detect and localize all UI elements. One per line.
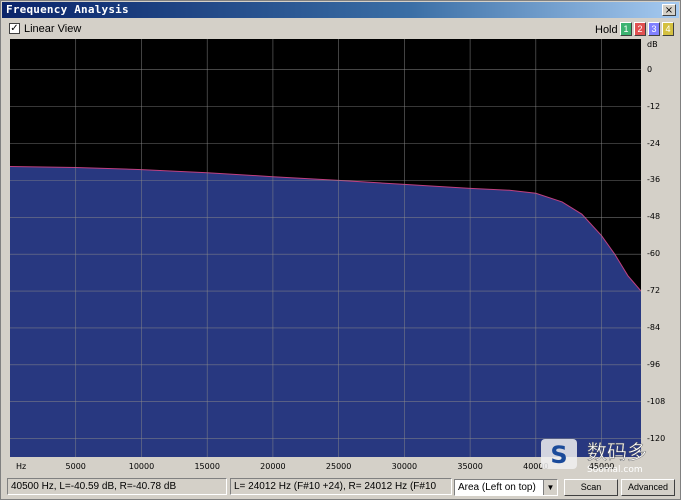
watermark-text: 数码多 [587,440,647,464]
y-tick-label: 0 [647,64,653,74]
y-tick-label: -12 [647,101,661,111]
title-bar[interactable]: Frequency Analysis × [2,2,679,18]
y-tick-label: -60 [647,249,661,259]
spectrum-plot[interactable] [10,39,641,457]
close-button[interactable]: × [662,4,676,16]
frequency-analysis-window: Frequency Analysis × ✓ Linear View Hold … [0,0,681,500]
advanced-button[interactable]: Advanced [621,479,675,496]
x-tick-label: 15000 [194,462,220,471]
hold-button-4[interactable]: 4 [662,22,674,36]
hold-label: Hold [595,24,618,36]
spectrum-area [10,166,641,457]
view-mode-select[interactable]: Area (Left on top) ▼ [454,479,558,496]
x-tick-label: 25000 [325,462,352,471]
hold-button-1[interactable]: 1 [620,22,632,36]
linear-view-label[interactable]: Linear View [24,23,81,35]
x-tick-label: 10000 [128,462,155,471]
linear-view-checkbox[interactable]: ✓ [9,23,20,34]
y-tick-label: -72 [647,286,661,296]
x-tick-label: 30000 [391,462,418,471]
y-tick-label: -24 [647,138,661,148]
watermark-logo: S 数码多 Soomal.com [541,439,647,475]
hold-button-3[interactable]: 3 [648,22,660,36]
y-tick-label: -36 [647,175,661,185]
window-title: Frequency Analysis [6,3,129,16]
x-tick-label: 35000 [457,462,483,471]
view-mode-value: Area (Left on top) [458,482,536,493]
watermark-sub: Soomal.com [587,465,643,475]
peak-readout: L= 24012 Hz (F#10 +24), R= 24012 Hz (F#1… [230,478,452,495]
cursor-readout: 40500 Hz, L=-40.59 dB, R=-40.78 dB [7,478,227,495]
x-tick-label: 5000 [65,462,86,471]
scan-button[interactable]: Scan [564,479,618,496]
hold-button-2[interactable]: 2 [634,22,646,36]
dropdown-arrow-icon[interactable]: ▼ [543,480,557,495]
watermark: S 数码多 Soomal.com [537,435,673,475]
toolbar [1,19,680,39]
y-tick-label: -96 [647,359,661,369]
spectrum-chart [10,39,641,457]
watermark-logo-letter: S [550,441,567,469]
y-tick-label: -48 [647,212,661,222]
y-tick-label: -108 [647,396,666,406]
x-axis-unit: Hz [16,462,27,471]
x-tick-label: 20000 [260,462,286,471]
y-tick-label: -84 [647,322,661,332]
y-axis-unit: dB [647,40,658,49]
